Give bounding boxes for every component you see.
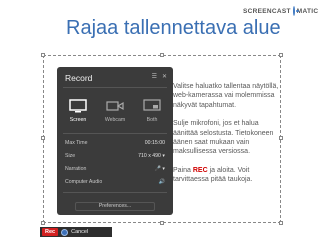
settings-icon[interactable]: [61, 228, 69, 236]
menu-icon[interactable]: ☰: [152, 73, 157, 80]
mode-webcam-button[interactable]: Webcam: [100, 99, 130, 123]
size-value-text: 710 x 490: [138, 152, 161, 159]
instructions-text: Valitse haluatko tallentaa näytöllä, web…: [173, 82, 285, 194]
cancel-button[interactable]: Cancel: [71, 229, 88, 235]
speaker-icon[interactable]: 🔊: [159, 179, 165, 185]
panel-divider: [63, 87, 167, 88]
computer-audio-row[interactable]: Computer Audio 🔊: [65, 177, 165, 186]
instruction-paragraph-1: Valitse haluatko tallentaa näytöllä, web…: [173, 83, 279, 109]
brand-logo-icon: [292, 6, 299, 16]
narration-row[interactable]: Narration 🎤 ▾: [65, 164, 165, 173]
mode-screen-label: Screen: [69, 117, 87, 123]
panel-divider: [63, 192, 167, 193]
preferences-button[interactable]: Preferences...: [75, 202, 155, 211]
resize-handle-top-right[interactable]: [279, 53, 283, 57]
mode-screen-button[interactable]: Screen: [63, 99, 93, 123]
size-label: Size: [65, 152, 76, 159]
resize-handle-top-left[interactable]: [41, 53, 45, 57]
size-value[interactable]: 710 x 490 ▾: [138, 153, 165, 159]
narration-label: Narration: [65, 165, 87, 172]
monitor-icon: [69, 99, 87, 113]
brand-left-text: SCREENCAST: [243, 7, 291, 15]
computer-audio-label: Computer Audio: [65, 178, 103, 185]
mode-both-button[interactable]: Both: [137, 99, 167, 123]
instruction-p3-before: Paina: [173, 166, 193, 174]
screencast-o-matic-logo: SCREENCAST MATIC: [243, 4, 318, 18]
close-icon[interactable]: ✕: [162, 73, 167, 80]
resize-handle-left[interactable]: [41, 136, 45, 140]
panel-divider: [63, 133, 167, 134]
resize-handle-top[interactable]: [160, 53, 164, 57]
mode-webcam-label: Webcam: [104, 117, 126, 123]
recording-control-bar: Rec Cancel: [40, 227, 112, 237]
resize-handle-bottom-left[interactable]: [41, 221, 45, 225]
rec-button[interactable]: Rec: [42, 228, 59, 236]
panel-window-controls: ☰ ✕: [152, 73, 167, 80]
instruction-rec-word: REC: [192, 166, 208, 174]
monitor-webcam-icon: [143, 99, 161, 112]
max-time-row[interactable]: Max Time 00:15:00: [65, 138, 165, 147]
page-title: Rajaa tallennettava alue: [66, 17, 281, 39]
instruction-paragraph-2: Sulje mikrofoni, jos et halua äänittää s…: [173, 120, 274, 156]
instruction-paragraph-3: Paina REC ja aloita. Voit tarvittaessa p…: [173, 166, 285, 185]
microphone-icon[interactable]: 🎤 ▾: [154, 166, 165, 172]
max-time-label: Max Time: [65, 139, 88, 146]
webcam-icon: [106, 99, 124, 112]
resize-handle-bottom[interactable]: [160, 221, 164, 225]
record-panel: Record ☰ ✕ Screen Webcam Both Max Time 0…: [57, 67, 173, 215]
mode-both-label: Both: [146, 117, 158, 123]
record-panel-title: Record: [65, 73, 93, 83]
max-time-value[interactable]: 00:15:00: [145, 140, 165, 146]
size-row[interactable]: Size 710 x 490 ▾: [65, 151, 165, 160]
resize-handle-bottom-right[interactable]: [279, 221, 283, 225]
brand-right-text: MATIC: [296, 7, 319, 15]
